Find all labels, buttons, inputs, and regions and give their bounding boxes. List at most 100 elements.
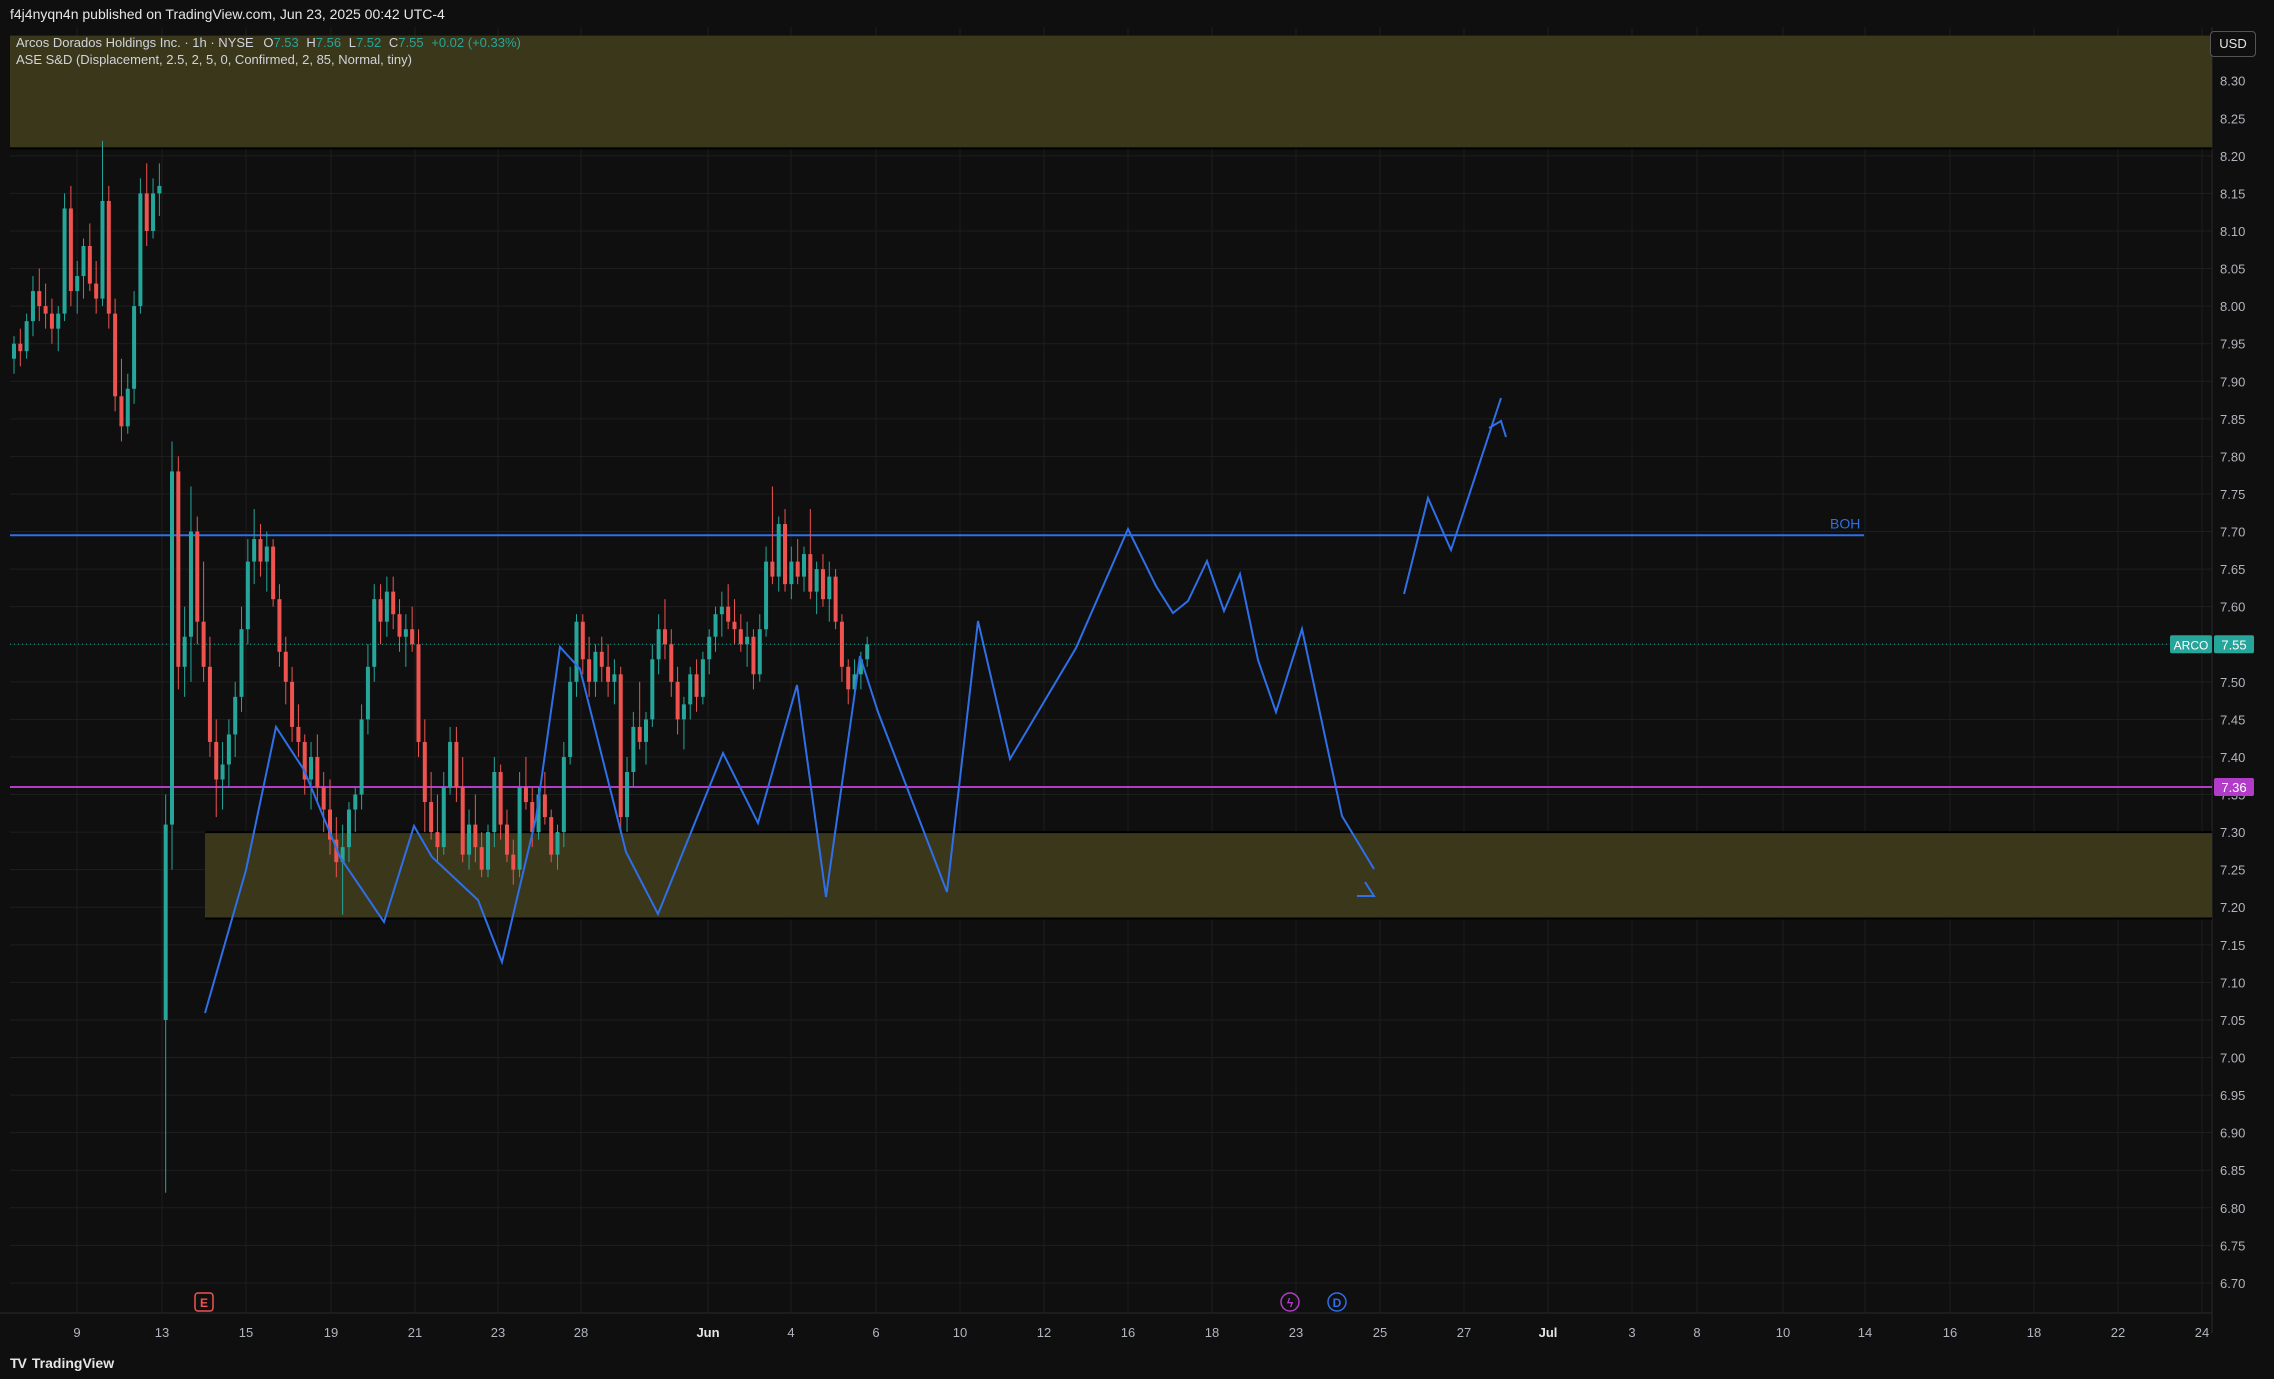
- candle-body[interactable]: [365, 666, 370, 720]
- candle-body[interactable]: [865, 644, 870, 660]
- candle-body[interactable]: [549, 817, 554, 855]
- candle-body[interactable]: [542, 794, 547, 818]
- candle-body[interactable]: [68, 208, 73, 292]
- candle-body[interactable]: [504, 824, 509, 855]
- candle-body[interactable]: [783, 524, 788, 585]
- candle-body[interactable]: [416, 644, 421, 742]
- candle-body[interactable]: [719, 606, 724, 615]
- candle-body[interactable]: [12, 343, 16, 359]
- candle-body[interactable]: [612, 674, 617, 682]
- candle-body[interactable]: [517, 787, 522, 870]
- candle-body[interactable]: [454, 741, 459, 788]
- candle-body[interactable]: [429, 802, 434, 833]
- candle-body[interactable]: [182, 636, 187, 667]
- candle-body[interactable]: [113, 313, 118, 397]
- candle-body[interactable]: [568, 681, 573, 757]
- candle-body[interactable]: [511, 854, 516, 870]
- candle-body[interactable]: [618, 674, 623, 818]
- candle-body[interactable]: [220, 764, 225, 780]
- candle-body[interactable]: [43, 306, 48, 314]
- candle-body[interactable]: [713, 614, 718, 637]
- candle-body[interactable]: [467, 824, 472, 855]
- candle-body[interactable]: [631, 726, 636, 772]
- candle-body[interactable]: [745, 636, 750, 645]
- candle-body[interactable]: [732, 621, 737, 630]
- candle-body[interactable]: [707, 636, 712, 660]
- candle-body[interactable]: [606, 666, 611, 682]
- candle-body[interactable]: [776, 524, 781, 577]
- candle-body[interactable]: [81, 246, 86, 277]
- candle-body[interactable]: [176, 471, 181, 667]
- candle-body[interactable]: [37, 291, 42, 307]
- candle-body[interactable]: [580, 621, 585, 660]
- candle-body[interactable]: [49, 313, 54, 329]
- candle-body[interactable]: [346, 809, 351, 848]
- candle-body[interactable]: [637, 726, 642, 742]
- candle-body[interactable]: [757, 629, 762, 675]
- candle-body[interactable]: [726, 606, 731, 622]
- candle-body[interactable]: [119, 396, 124, 427]
- candle-body[interactable]: [644, 719, 648, 742]
- candle-body[interactable]: [486, 832, 490, 870]
- candle-body[interactable]: [239, 629, 244, 697]
- candle-body[interactable]: [694, 674, 699, 697]
- candle-body[interactable]: [372, 599, 377, 667]
- candle-body[interactable]: [56, 313, 61, 329]
- candle-body[interactable]: [94, 283, 99, 299]
- candle-body[interactable]: [833, 576, 838, 622]
- candle-body[interactable]: [448, 741, 453, 788]
- candle-body[interactable]: [290, 681, 295, 727]
- candle-body[interactable]: [814, 569, 819, 592]
- candle-body[interactable]: [479, 847, 484, 870]
- candle-body[interactable]: [441, 787, 446, 848]
- candle-body[interactable]: [321, 787, 326, 810]
- candle-body[interactable]: [283, 651, 288, 682]
- candle-body[interactable]: [738, 629, 743, 645]
- candle-body[interactable]: [839, 621, 844, 667]
- candle-body[interactable]: [18, 343, 23, 352]
- candle-body[interactable]: [214, 741, 219, 780]
- candle-body[interactable]: [296, 726, 301, 742]
- candle-body[interactable]: [378, 599, 383, 622]
- candle-body[interactable]: [144, 193, 149, 231]
- candle-body[interactable]: [460, 787, 465, 855]
- candle-body[interactable]: [492, 771, 497, 833]
- candle-body[interactable]: [309, 756, 314, 780]
- candle-body[interactable]: [233, 696, 238, 735]
- candle-body[interactable]: [662, 629, 667, 645]
- candle-body[interactable]: [764, 561, 769, 630]
- candle-body[interactable]: [656, 629, 661, 660]
- candle-body[interactable]: [555, 832, 560, 855]
- candle-body[interactable]: [688, 674, 693, 705]
- candle-body[interactable]: [125, 388, 130, 427]
- candle-body[interactable]: [681, 704, 686, 720]
- candle-body[interactable]: [410, 629, 415, 645]
- candle-body[interactable]: [132, 306, 137, 389]
- candle-body[interactable]: [384, 591, 389, 622]
- candle-body[interactable]: [802, 554, 806, 577]
- candle-body[interactable]: [62, 208, 67, 314]
- candle-body[interactable]: [789, 561, 794, 585]
- candle-body[interactable]: [252, 539, 257, 562]
- candle-body[interactable]: [138, 193, 143, 307]
- candle-body[interactable]: [770, 561, 775, 577]
- candle-body[interactable]: [157, 185, 162, 194]
- candle-body[interactable]: [151, 193, 156, 231]
- candle-body[interactable]: [599, 651, 604, 667]
- candle-body[interactable]: [353, 794, 358, 810]
- candle-body[interactable]: [593, 651, 598, 682]
- symbol-name[interactable]: Arcos Dorados Holdings Inc. · 1h · NYSE: [16, 35, 254, 50]
- candle-body[interactable]: [587, 659, 592, 682]
- candle-body[interactable]: [846, 666, 851, 690]
- candle-body[interactable]: [523, 787, 528, 803]
- candle-body[interactable]: [315, 756, 320, 788]
- candle-body[interactable]: [226, 734, 231, 765]
- indicator-legend[interactable]: ASE S&D (Displacement, 2.5, 2, 5, 0, Con…: [16, 51, 521, 68]
- candle-body[interactable]: [188, 531, 193, 637]
- candle-body[interactable]: [827, 576, 832, 600]
- candle-body[interactable]: [201, 621, 206, 667]
- candle-body[interactable]: [24, 321, 29, 352]
- candle-body[interactable]: [397, 614, 402, 637]
- candle-body[interactable]: [403, 629, 408, 637]
- price-chart[interactable]: 6.70 6.75 6.80 6.85 6.90 6.95 7.00 7.05 7.10 7.15…: [0, 27, 2274, 1345]
